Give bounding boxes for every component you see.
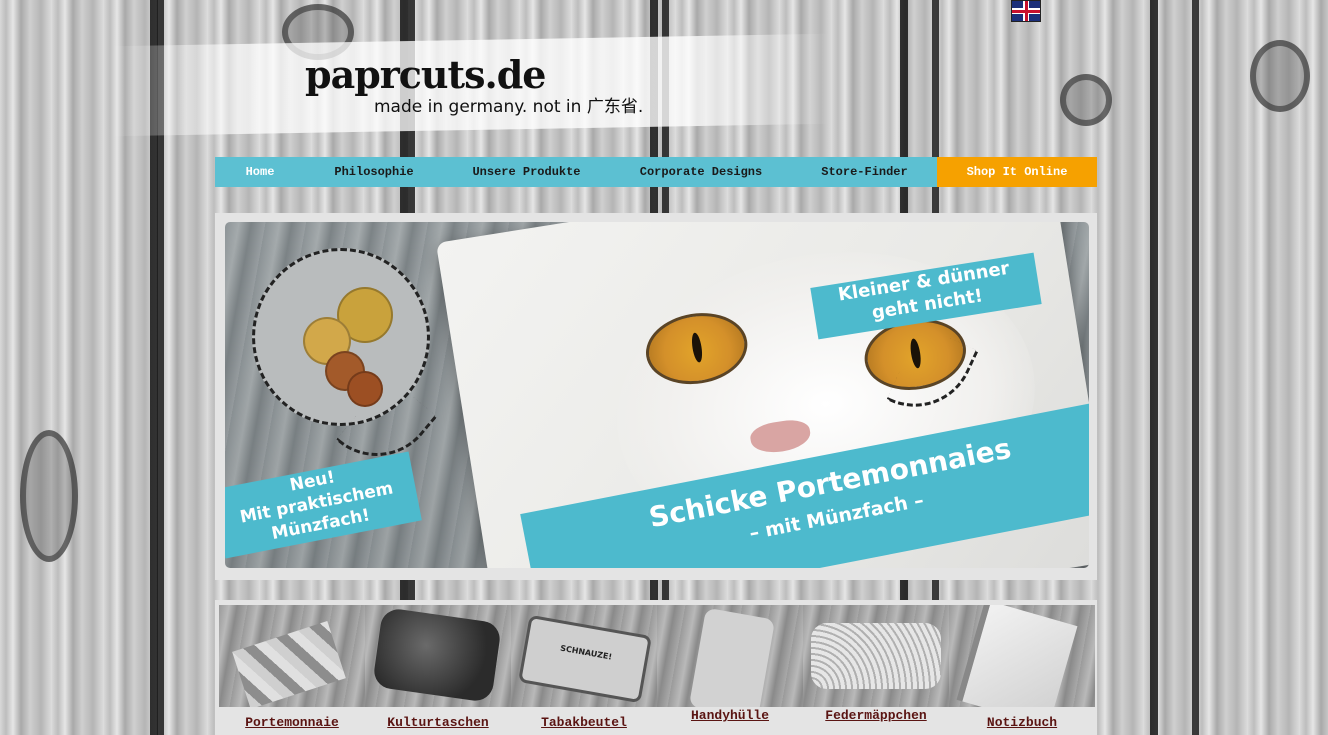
wood-knot xyxy=(1060,74,1112,126)
banner-neu: Neu! Mit praktischem Münzfach! xyxy=(225,451,422,559)
nav-corporate-designs[interactable]: Corporate Designs xyxy=(610,157,792,187)
banner-neu-text: Neu! Mit praktischem Münzfach! xyxy=(238,467,395,544)
nav-philosophie[interactable]: Philosophie xyxy=(305,157,443,187)
plank-seam xyxy=(1192,0,1199,735)
wood-knot xyxy=(1250,40,1310,112)
product-label-tabakbeutel[interactable]: Tabakbeutel xyxy=(511,715,657,730)
uk-flag-icon[interactable] xyxy=(1011,0,1041,22)
logo-title[interactable]: paprcuts.de xyxy=(305,52,546,97)
product-kulturtaschen-image[interactable] xyxy=(365,605,511,707)
hero-slider[interactable]: Neu! Mit praktischem Münzfach! Kleiner &… xyxy=(225,222,1089,568)
product-handyhuelle-image[interactable] xyxy=(657,605,803,707)
wood-knot xyxy=(20,430,78,562)
product-label-handyhuelle[interactable]: Handyhülle xyxy=(657,708,803,723)
main-nav: Home Philosophie Unsere Produkte Corpora… xyxy=(215,157,1097,187)
nav-unsere-produkte[interactable]: Unsere Produkte xyxy=(443,157,610,187)
product-portemonnaie-image[interactable] xyxy=(219,605,365,707)
product-label-federmaeppchen[interactable]: Federmäppchen xyxy=(803,708,949,723)
nav-home[interactable]: Home xyxy=(215,157,305,187)
product-label-portemonnaie[interactable]: Portemonnaie xyxy=(219,715,365,730)
nav-store-finder[interactable]: Store-Finder xyxy=(792,157,937,187)
product-federmaeppchen-image[interactable] xyxy=(803,605,949,707)
tabakbeutel-print: SCHNAUZE! xyxy=(518,614,652,704)
product-notizbuch-image[interactable] xyxy=(949,605,1095,707)
logo-tagline: made in germany. not in 广东省. xyxy=(374,97,644,117)
product-tabakbeutel-image[interactable]: SCHNAUZE! xyxy=(511,605,657,707)
product-label-notizbuch[interactable]: Notizbuch xyxy=(949,715,1095,730)
nav-shop-online[interactable]: Shop It Online xyxy=(937,157,1097,187)
product-label-kulturtaschen[interactable]: Kulturtaschen xyxy=(365,715,511,730)
